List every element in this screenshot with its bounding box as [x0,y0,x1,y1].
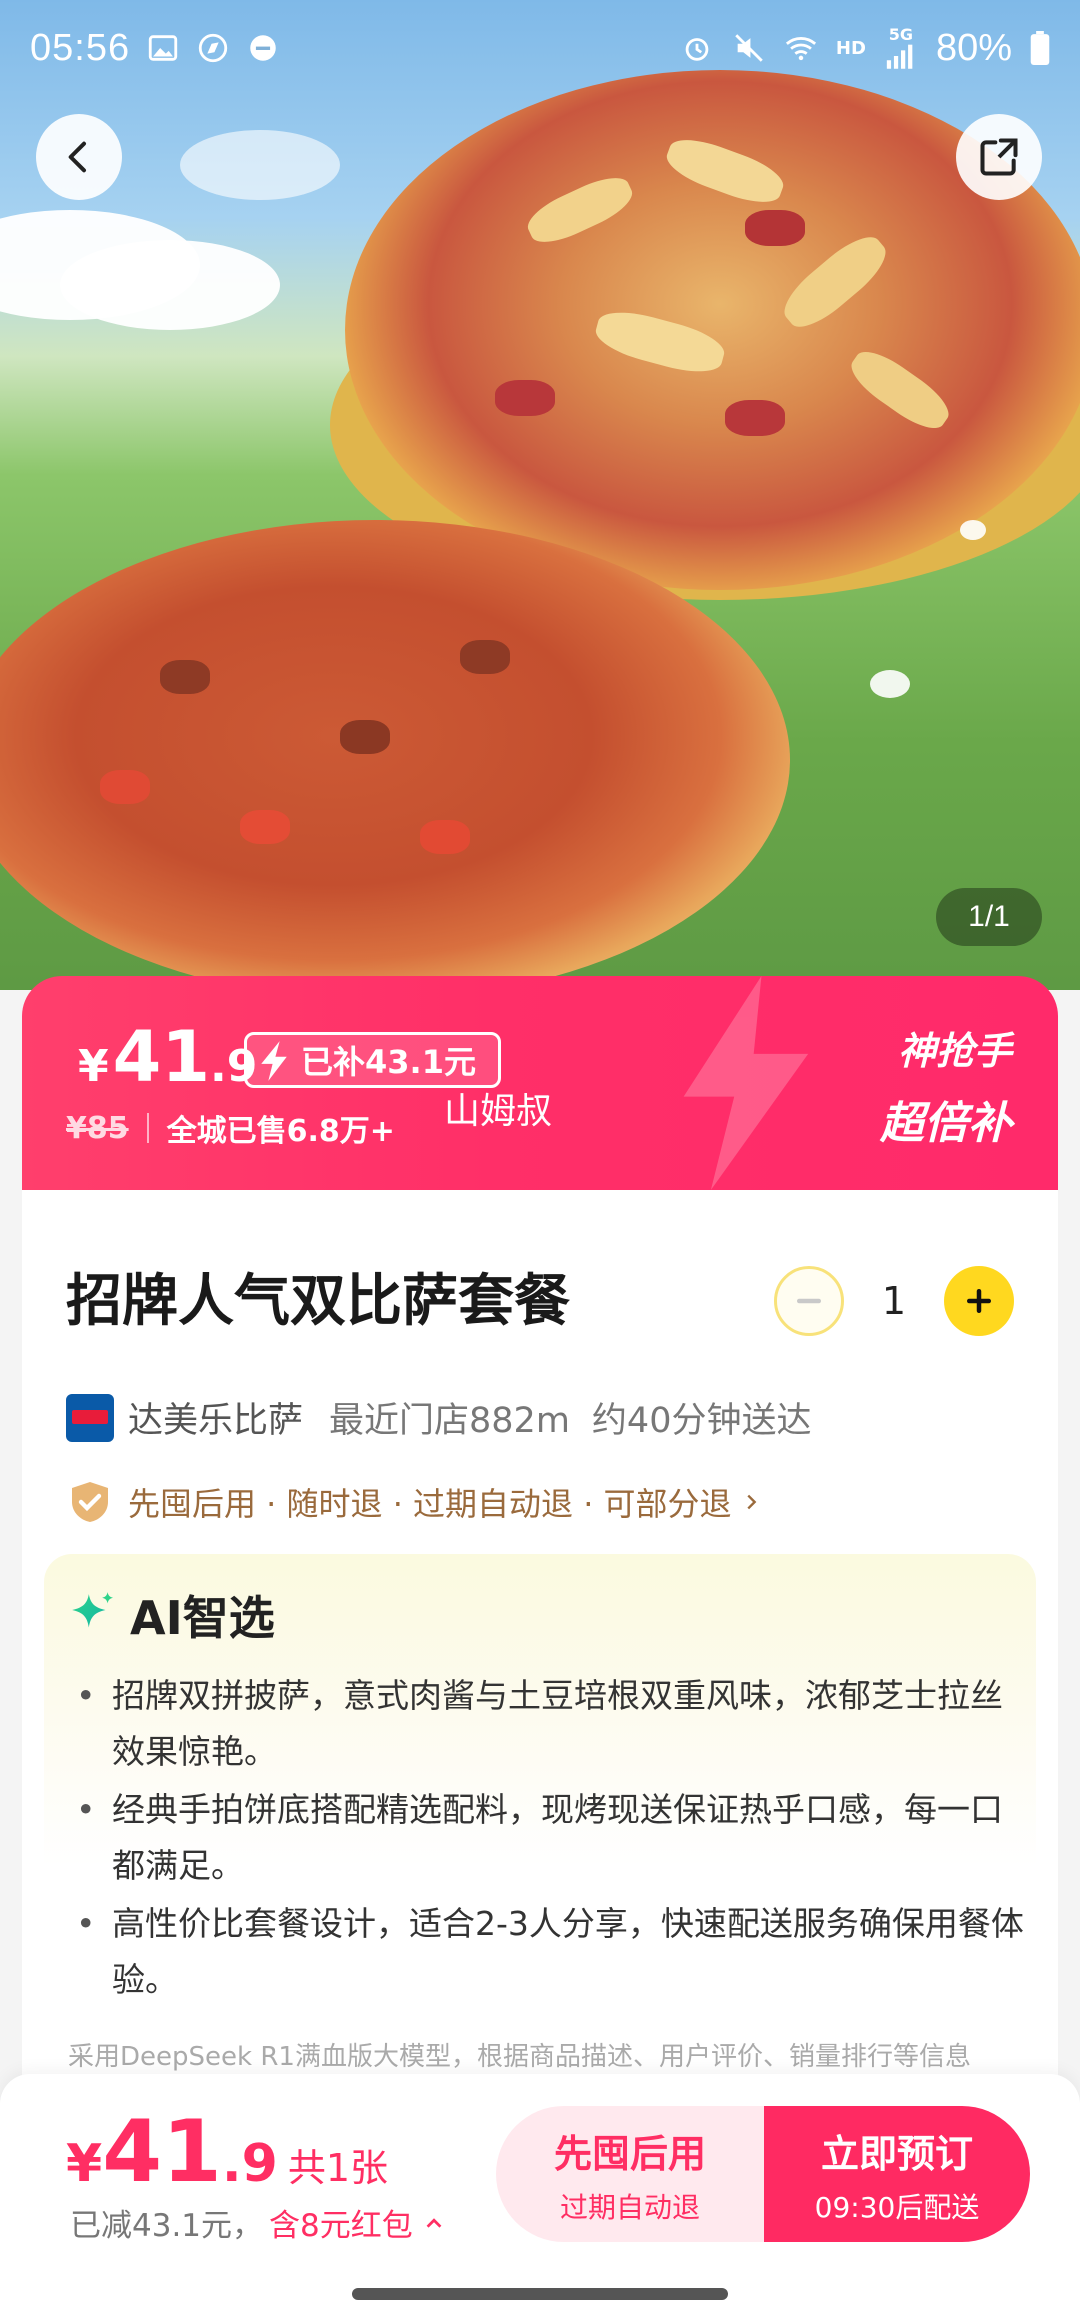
home-indicator[interactable] [352,2288,728,2300]
deal-price: ¥ 41 .9 [78,1016,257,1098]
shop-logo-icon [66,1393,114,1442]
shop-distance: 最近门店882m [329,1401,570,1441]
product-image-gallery[interactable] [0,0,1080,990]
gallery-counter: 1/1 [936,888,1042,946]
do-not-disturb-icon [250,35,276,61]
battery-percent: 80% [935,26,1012,69]
ai-title: AI智选 [130,1591,275,1645]
mute-icon [735,34,763,62]
total-decimal: .9 [221,2134,278,2194]
total-quantity: 共1张 [287,2146,388,2190]
ai-header: AI智选 [68,1582,275,1648]
chevron-right-icon [746,1494,756,1510]
increase-quantity-button[interactable] [944,1266,1014,1336]
shop-row[interactable]: 达美乐比萨 最近门店882m 约40分钟送达 [66,1392,811,1443]
wifi-icon [785,37,816,61]
plus-icon [967,1289,991,1313]
subsidy-badge: 已补43.1元 [244,1032,501,1088]
ai-point: 经典手拍饼底搭配精选配料，现烤现送保证热乎口感，每一口都满足。 [68,1782,1028,1894]
status-bar: 05:56 HD 5G 80% [0,0,1080,96]
lightning-decoration-icon [683,976,809,1190]
product-title: 招牌人气双比萨套餐 [66,1269,570,1334]
sold-count: 全城已售6.8万+ [166,1114,395,1149]
subsidy-text: 已补43.1元 [301,1043,476,1081]
ai-points-list: 招牌双拼披萨，意式肉酱与土豆培根双重风味，浓郁芝士拉丝效果惊艳。 经典手拍饼底搭… [68,1668,1028,2010]
signal-icon [886,44,913,69]
status-time: 05:56 [30,26,131,69]
book-now-label: 立即预订 [820,2131,973,2176]
total-price: ¥ 41 .9 共1张 [66,2102,388,2202]
stock-up-sublabel: 过期自动退 [559,2190,700,2224]
network-label: 5G [888,25,914,44]
original-price: ¥85 [66,1110,129,1146]
red-packet-info: 含8元红包 [269,2208,413,2244]
delivery-time: 约40分钟送达 [591,1401,812,1441]
gallery-notification-icon [148,35,178,61]
ai-point: 高性价比套餐设计，适合2-3人分享，快速配送服务确保用餐体验。 [68,1896,1028,2008]
stock-up-label: 先囤后用 [553,2131,706,2176]
price-integer: 41 [112,1016,211,1098]
promo-brand: 神抢手 超倍补 [880,1020,1012,1151]
bottom-purchase-bar: ¥ 41 .9 共1张 已减43.1元， 含8元红包 先囤后用 过期自动退 立即… [0,2074,1080,2274]
discount-detail[interactable]: 已减43.1元， 含8元红包 [70,2200,445,2245]
quantity-value: 1 [881,1279,907,1323]
ai-point: 招牌双拼披萨，意式肉酱与土豆培根双重风味，浓郁芝士拉丝效果惊艳。 [68,1668,1028,1780]
hd-label: HD [835,37,866,59]
shield-check-icon [72,1482,108,1522]
sparkle-icon [72,1592,113,1628]
product-info-card: 招牌人气双比萨套餐 1 达美乐比萨 最近门店882m 约40分钟送达 先囤后用 … [22,1190,1058,2090]
battery-icon [1030,31,1050,65]
guarantee-row[interactable]: 先囤后用 · 随时退 · 过期自动退 · 可部分退 [66,1478,762,1526]
decrease-quantity-button[interactable] [774,1266,844,1336]
cloud-decoration [180,130,340,200]
total-currency: ¥ [66,2134,103,2194]
total-integer: 41 [102,2102,222,2202]
price-currency: ¥ [78,1041,109,1092]
ai-disclaimer: 采用DeepSeek R1满血版大模型，根据商品描述、用户评价、销量排行等信息 [68,2042,971,2072]
divider [146,1113,149,1143]
compass-notification-icon [198,33,228,63]
book-now-button[interactable]: 立即预订 09:30后配送 [764,2106,1030,2242]
minus-icon [797,1298,821,1304]
overlay-caption: 山姆叔 [444,1091,553,1132]
action-buttons: 先囤后用 过期自动退 立即预订 09:30后配送 [496,2106,1030,2242]
cloud-decoration [60,240,280,330]
book-now-sublabel: 09:30后配送 [814,2190,980,2224]
quantity-stepper: 1 [774,1266,1014,1336]
shop-name: 达美乐比萨 [128,1401,304,1441]
chevron-up-icon [426,2217,442,2228]
original-price-row: ¥85 全城已售6.8万+ [66,1106,395,1150]
promo-line-1: 神抢手 [897,1029,1012,1073]
share-button[interactable] [956,114,1042,200]
share-icon [980,138,1018,176]
reduced-amount: 已减43.1元， [70,2208,264,2244]
guarantee-text: 先囤后用 · 随时退 · 过期自动退 · 可部分退 [128,1485,732,1523]
stock-up-button[interactable]: 先囤后用 过期自动退 [496,2106,764,2242]
back-button[interactable] [36,114,122,200]
chevron-left-icon [68,141,86,173]
alarm-icon [685,38,709,61]
flash-icon [261,1041,287,1081]
promo-line-2: 超倍补 [880,1098,1012,1149]
ai-pick-section: AI智选 招牌双拼披萨，意式肉酱与土豆培根双重风味，浓郁芝士拉丝效果惊艳。 经典… [44,1554,1036,2074]
